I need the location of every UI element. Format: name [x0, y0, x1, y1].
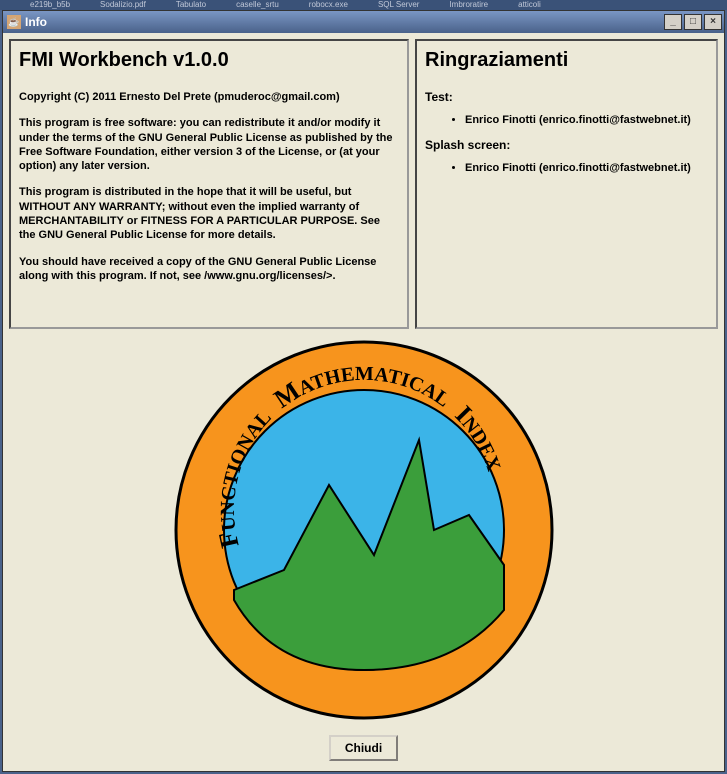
- test-label: Test:: [425, 90, 708, 104]
- java-icon: ☕: [7, 15, 21, 29]
- titlebar[interactable]: ☕ Info _ □ ×: [3, 11, 724, 33]
- taskbar-item: caselle_srtu: [236, 0, 279, 10]
- taskbar-item: Tabulato: [176, 0, 206, 10]
- taskbar-item: SQL Server: [378, 0, 420, 10]
- credits-panel: Ringraziamenti Test: Enrico Finotti (enr…: [415, 39, 718, 329]
- window-title: Info: [25, 15, 664, 29]
- license-para-1: This program is free software: you can r…: [19, 116, 399, 173]
- button-bar: Chiudi: [9, 731, 718, 765]
- copyright-text: Copyright (C) 2011 Ernesto Del Prete (pm…: [19, 90, 399, 104]
- taskbar-item: robocx.exe: [309, 0, 348, 10]
- license-panel: FMI Workbench v1.0.0 Copyright (C) 2011 …: [9, 39, 409, 329]
- taskbar-item: Imbroratire: [449, 0, 488, 10]
- minimize-button[interactable]: _: [664, 14, 682, 30]
- window-content: FMI Workbench v1.0.0 Copyright (C) 2011 …: [3, 33, 724, 771]
- license-para-2: This program is distributed in the hope …: [19, 185, 399, 242]
- info-window: ☕ Info _ □ × FMI Workbench v1.0.0 Copyri…: [2, 10, 725, 772]
- close-button[interactable]: Chiudi: [329, 735, 398, 761]
- app-title: FMI Workbench v1.0.0: [19, 49, 399, 72]
- taskbar-item: e219b_b5b: [30, 0, 70, 10]
- splash-credit: Enrico Finotti (enrico.finotti@fastwebne…: [465, 160, 708, 178]
- taskbar-item: Sodalizio.pdf: [100, 0, 146, 10]
- desktop-taskbar: e219b_b5b Sodalizio.pdf Tabulato caselle…: [0, 0, 727, 10]
- credits-heading: Ringraziamenti: [425, 49, 708, 72]
- fmi-logo: FUNCTIONAL MATHEMATICAL INDEX: [174, 340, 554, 720]
- close-window-button[interactable]: ×: [704, 14, 722, 30]
- splash-label: Splash screen:: [425, 138, 708, 152]
- maximize-button[interactable]: □: [684, 14, 702, 30]
- taskbar-item: atticoli: [518, 0, 541, 10]
- test-credit: Enrico Finotti (enrico.finotti@fastwebne…: [465, 112, 708, 130]
- logo-area: FUNCTIONAL MATHEMATICAL INDEX: [9, 329, 718, 731]
- license-para-3: You should have received a copy of the G…: [19, 255, 399, 284]
